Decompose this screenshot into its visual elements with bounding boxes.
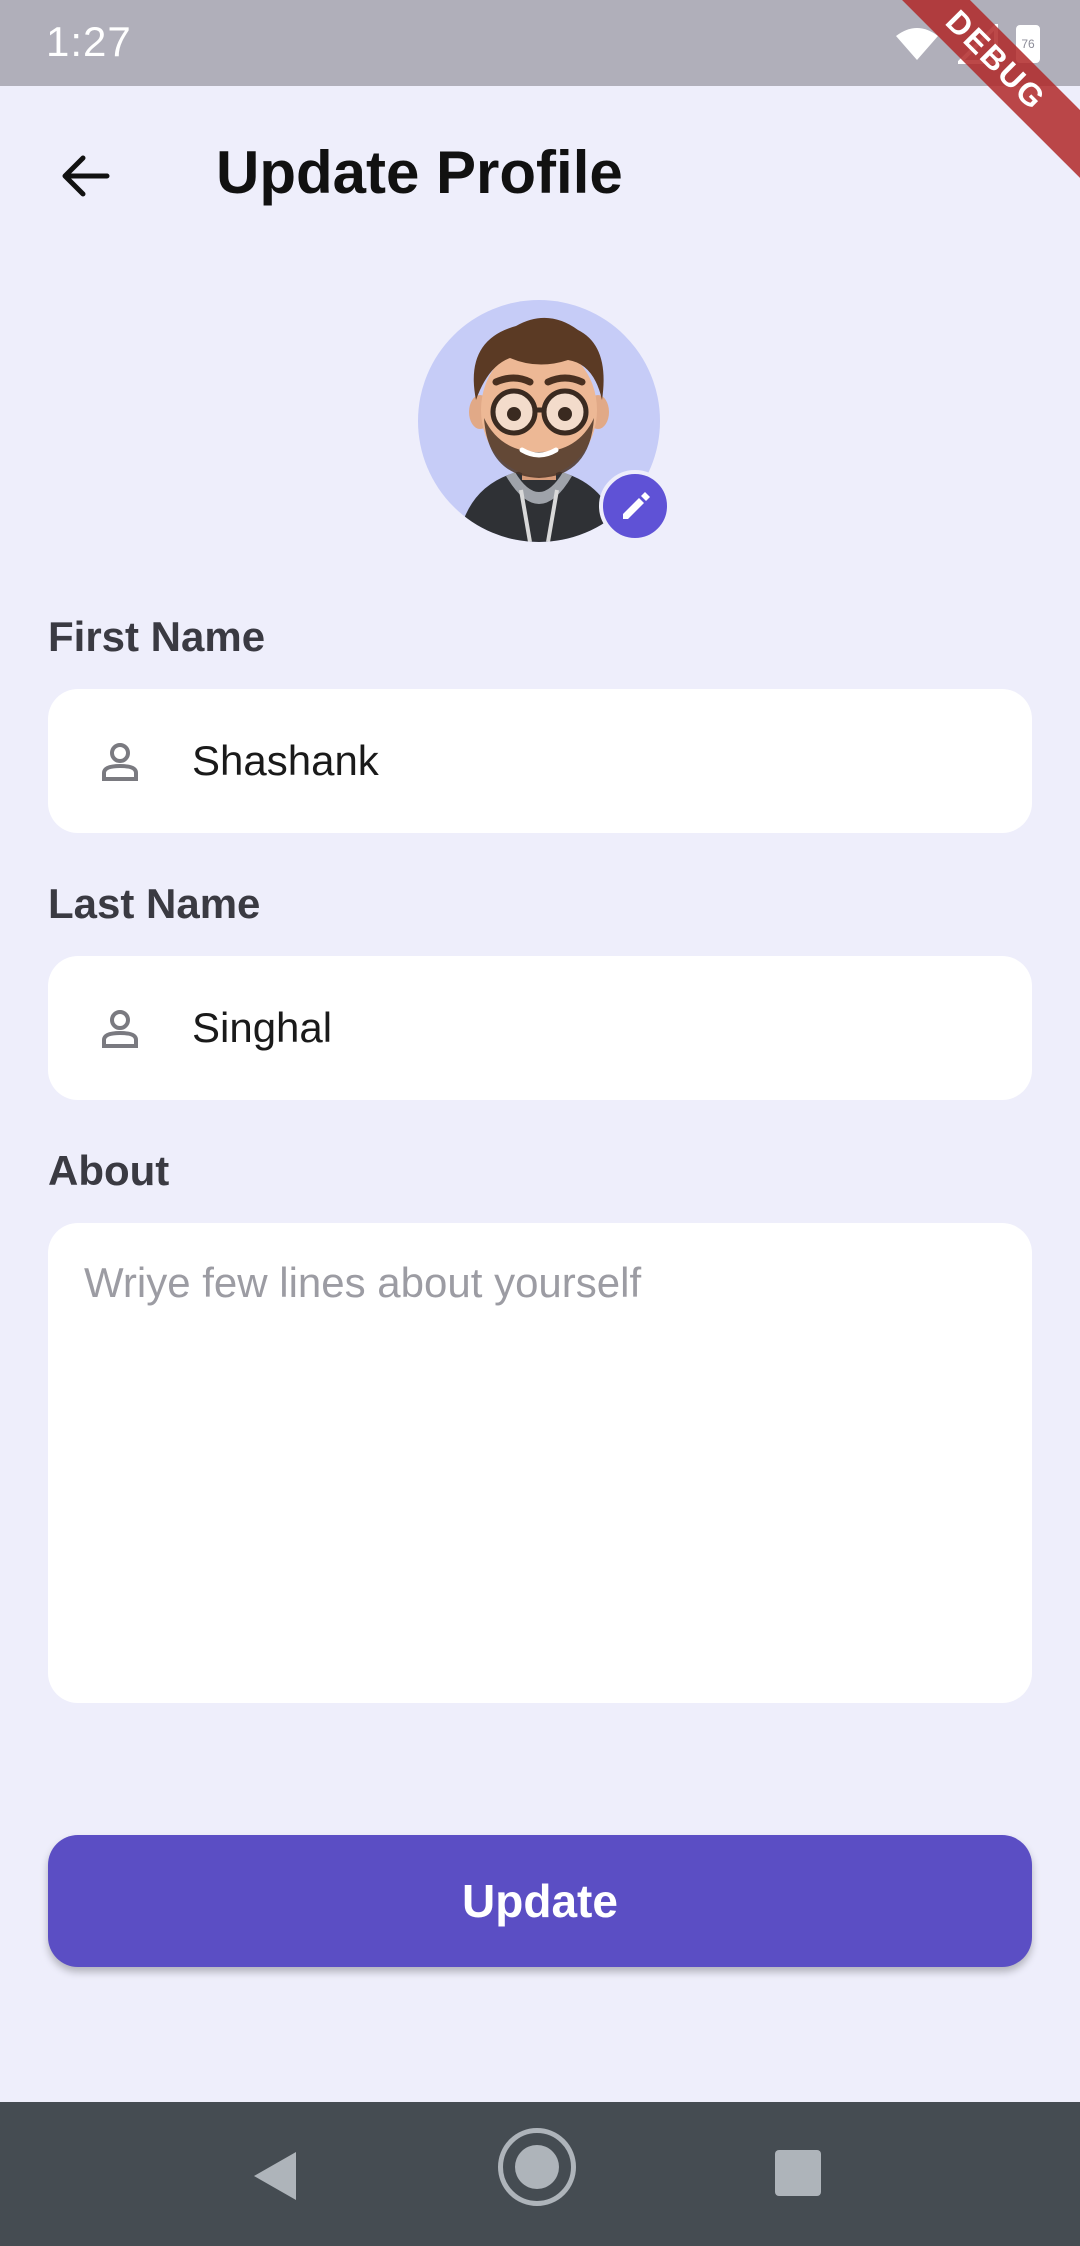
arrow-left-icon [62, 155, 110, 197]
about-placeholder: Wriye few lines about yourself [84, 1259, 642, 1306]
home-icon [515, 2145, 559, 2189]
first-name-label: First Name [48, 613, 266, 660]
first-name-input[interactable]: Shashank [192, 689, 379, 833]
first-name-field[interactable]: Shashank [48, 689, 1032, 833]
pencil-icon [623, 492, 650, 519]
avatar-section [418, 300, 671, 546]
edit-avatar-button[interactable] [599, 470, 671, 542]
update-button[interactable]: Update [48, 1835, 1032, 1967]
nav-back-icon[interactable] [252, 2150, 298, 2202]
last-name-input[interactable]: Singhal [192, 956, 332, 1100]
back-button[interactable] [40, 131, 130, 221]
about-label: About [48, 1147, 170, 1194]
last-name-field[interactable]: Singhal [48, 956, 1032, 1100]
nav-recents-icon[interactable] [775, 2150, 821, 2196]
page-title: Update Profile [216, 139, 623, 206]
nav-home-button[interactable] [498, 2128, 576, 2206]
app-bar: Update Profile [0, 86, 1080, 262]
about-textarea[interactable]: Wriye few lines about yourself [48, 1223, 1032, 1703]
status-bar: 1:27 76 DEBUG [0, 0, 1080, 184]
system-nav-bar [0, 2102, 1080, 2246]
person-icon [102, 1010, 138, 1048]
person-icon [102, 743, 138, 781]
status-time: 1:27 [46, 18, 132, 65]
last-name-label: Last Name [48, 880, 261, 927]
